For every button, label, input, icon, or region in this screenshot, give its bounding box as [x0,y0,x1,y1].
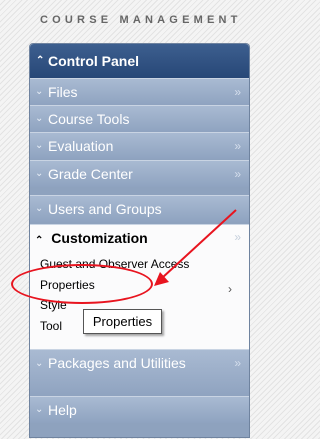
customization-label: Customization [51,230,148,246]
chevron-double-down-icon: ⌄ [35,113,44,124]
customization-header[interactable]: ⌃ Customization [35,230,148,246]
right-arrow-icon[interactable]: › [228,282,232,296]
chevron-double-up-icon: ⌃ [36,55,45,66]
double-right-arrow-icon[interactable]: » [234,79,241,105]
chevron-double-down-icon: ⌄ [35,168,44,179]
double-right-arrow-icon[interactable]: » [234,354,241,373]
double-right-arrow-icon[interactable]: » [234,161,241,187]
menu-item-label: Course Tools [48,111,130,127]
double-right-arrow-icon: » [234,230,241,244]
menu-item-label: Help [48,402,77,418]
double-right-arrow-icon[interactable]: » [234,133,241,159]
control-panel-header[interactable]: ⌃ Control Panel [30,44,249,78]
submenu-item-tool[interactable]: Tool [40,319,62,333]
menu-item-help[interactable]: ⌄ Help [30,396,249,423]
menu-item-label: Users and Groups [48,201,162,217]
menu-item-packages-and-utilities[interactable]: ⌄ Packages and Utilities » [30,349,249,396]
chevron-double-down-icon: ⌄ [35,358,44,369]
highlight-ellipse [11,264,153,304]
course-management-heading: COURSE MANAGEMENT [40,14,242,26]
menu-item-files[interactable]: ⌄ Files » [30,78,249,105]
menu-item-course-tools[interactable]: ⌄ Course Tools [30,105,249,132]
chevron-double-down-icon: ⌄ [35,86,44,97]
chevron-double-up-icon: ⌃ [35,235,44,246]
properties-tooltip: Properties [83,309,162,334]
control-panel-label: Control Panel [48,53,140,69]
menu-item-label: Files [48,84,78,100]
menu-item-grade-center[interactable]: ⌄ Grade Center » [30,160,249,187]
menu-item-label: Evaluation [48,138,114,154]
menu-item-label: Grade Center [48,166,133,182]
chevron-double-down-icon: ⌄ [35,203,44,214]
menu-item-label: Packages and Utilities [48,355,186,371]
control-panel: ⌃ Control Panel ⌄ Files » ⌄ Course Tools… [29,43,250,438]
chevron-double-down-icon: ⌄ [35,404,44,415]
menu-item-users-and-groups[interactable]: ⌄ Users and Groups [30,195,249,222]
menu-item-evaluation[interactable]: ⌄ Evaluation » [30,132,249,159]
chevron-double-down-icon: ⌄ [35,140,44,151]
